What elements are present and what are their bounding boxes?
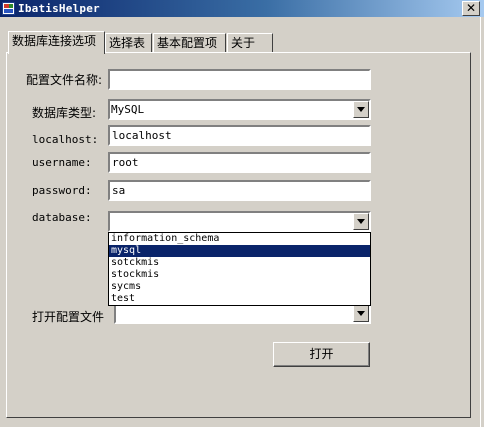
database-dropdown-list: information_schema mysql sotckmis stockm… [108, 232, 371, 306]
title-bar: IbatisHelper ✕ [0, 0, 484, 17]
tab-basic-config[interactable]: 基本配置项 [153, 33, 226, 53]
tab-connection[interactable]: 数据库连接选项 [8, 31, 105, 54]
dropdown-option[interactable]: sotckmis [109, 257, 370, 269]
tab-label: 基本配置项 [157, 36, 218, 50]
tab-label: 选择表 [109, 36, 146, 50]
dropdown-option-selected[interactable]: mysql [109, 245, 370, 257]
dropdown-option[interactable]: information_schema [109, 233, 370, 245]
tab-select-table[interactable]: 选择表 [105, 33, 152, 53]
app-icon[interactable] [2, 2, 15, 15]
dropdown-option[interactable]: test [109, 293, 370, 305]
window-title: IbatisHelper [18, 2, 100, 15]
close-button[interactable]: ✕ [462, 1, 480, 16]
dropdown-option[interactable]: sycms [109, 281, 370, 293]
tab-label: 关于 [231, 36, 256, 50]
dropdown-option[interactable]: stockmis [109, 269, 370, 281]
tab-about[interactable]: 关于 [227, 33, 273, 53]
tab-label: 数据库连接选项 [12, 34, 97, 48]
close-icon: ✕ [465, 1, 477, 15]
window-right-border [480, 17, 484, 427]
